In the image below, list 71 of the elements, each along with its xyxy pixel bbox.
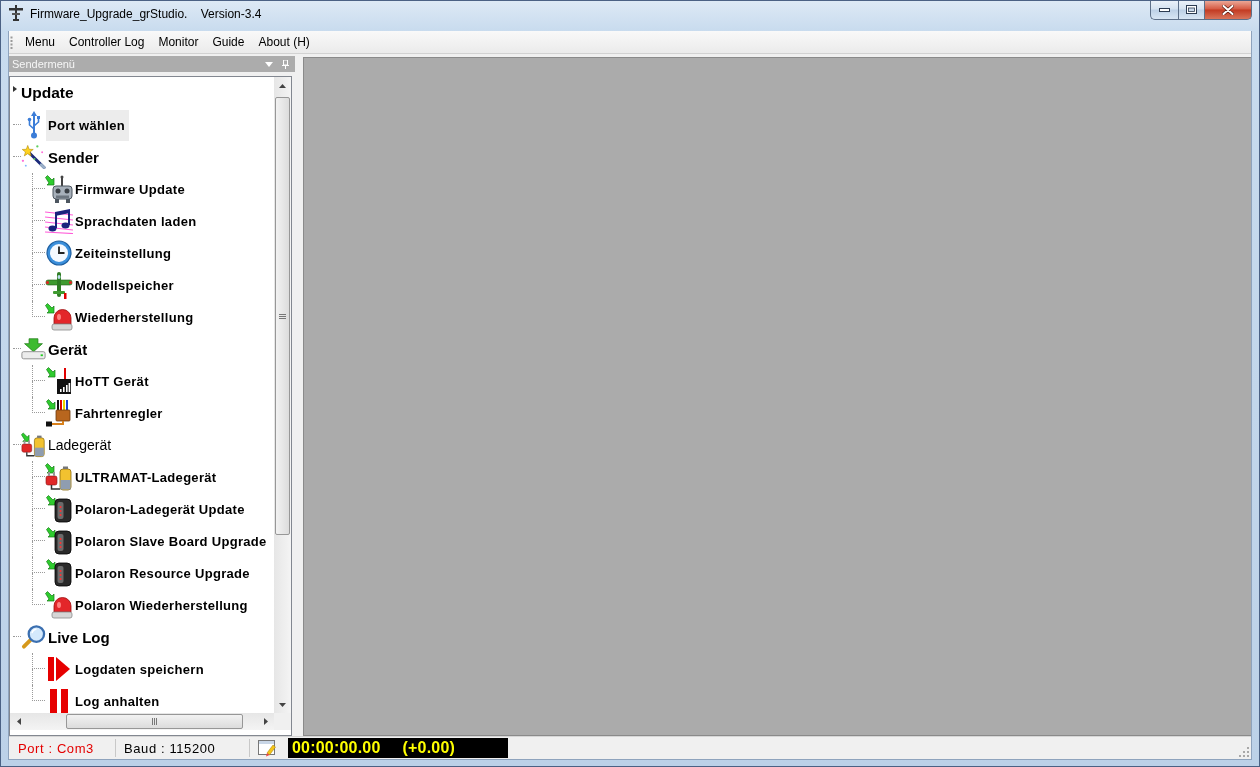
tree-item[interactable]: Port wählen — [46, 109, 129, 141]
device-tower-icon — [46, 495, 72, 523]
tree-item[interactable]: Polaron Wiederherstellung — [73, 589, 252, 621]
menu-item[interactable]: Monitor — [151, 32, 206, 52]
tree-item[interactable]: Sender — [46, 141, 103, 173]
maximize-button[interactable] — [1178, 1, 1205, 20]
baud-rate: Baud : 115200 — [123, 740, 217, 756]
tree-item[interactable]: Sprachdaten laden — [73, 205, 201, 237]
clock-icon — [46, 240, 72, 266]
scroll-up-icon[interactable] — [279, 83, 286, 88]
maximize-icon — [1186, 5, 1197, 14]
scroll-thumb[interactable] — [66, 714, 243, 729]
resize-grip-icon[interactable] — [1239, 747, 1249, 757]
tree-item[interactable]: Wiederherstellung — [73, 301, 198, 333]
menu-item[interactable]: Menu — [18, 32, 63, 52]
scroll-left-icon[interactable] — [16, 718, 21, 725]
step-forward-icon — [48, 657, 70, 681]
tree-item[interactable]: Zeiteinstellung — [73, 237, 176, 269]
port-status: Port : Com3 — [17, 740, 95, 756]
device-tower-icon — [46, 527, 72, 555]
tree-item[interactable]: Polaron-Ladegerät Update — [73, 493, 249, 525]
siren-light-icon — [45, 591, 73, 619]
close-button[interactable] — [1205, 1, 1252, 20]
tree-item[interactable]: Gerät — [46, 333, 92, 365]
dropdown-icon[interactable] — [265, 61, 273, 67]
elapsed-time: 00:00:00.00 — [292, 739, 381, 757]
scroll-right-icon[interactable] — [263, 718, 268, 725]
horizontal-scrollbar[interactable] — [10, 713, 274, 730]
tree-item[interactable]: Firmware Update — [73, 173, 189, 205]
tree-item[interactable]: Polaron Resource Upgrade — [73, 557, 254, 589]
tree-item[interactable]: HoTT Gerät — [73, 365, 153, 397]
music-notes-icon — [45, 208, 73, 234]
edit-window-icon[interactable] — [258, 739, 276, 757]
menu-item[interactable]: Controller Log — [62, 32, 152, 52]
caret-icon — [13, 86, 17, 92]
siren-light-icon — [45, 303, 73, 331]
scroll-thumb[interactable] — [275, 97, 290, 535]
device-tower-icon — [46, 559, 72, 587]
signal-device-icon — [46, 367, 72, 395]
tree-item[interactable]: Modellspeicher — [73, 269, 178, 301]
menu-item[interactable]: About (H) — [251, 32, 317, 52]
pause-icon — [50, 689, 68, 713]
menu-item[interactable]: Guide — [205, 32, 252, 52]
vertical-scrollbar[interactable] — [274, 77, 291, 713]
tree-item[interactable]: Ladegerät — [46, 429, 116, 461]
grip-icon — [152, 718, 157, 725]
tree-item[interactable]: Fahrtenregler — [73, 397, 167, 429]
tree-item[interactable]: Live Log — [46, 621, 114, 653]
pin-icon[interactable] — [282, 59, 289, 69]
minimize-icon — [1159, 7, 1170, 12]
tree-item[interactable]: Update — [19, 77, 78, 109]
time-offset: (+0.00) — [402, 739, 456, 757]
toolbar-grip-icon[interactable] — [10, 35, 13, 49]
tree-item[interactable]: Logdaten speichern — [73, 653, 208, 685]
scroll-down-icon[interactable] — [279, 702, 286, 707]
wired-module-icon — [46, 399, 72, 427]
remote-control-icon — [45, 175, 73, 203]
magnifier-icon — [21, 624, 46, 650]
download-drive-icon — [21, 337, 46, 361]
app-icon — [8, 5, 24, 21]
window-title: Firmware_Upgrade_grStudio. Version-3.4 — [30, 6, 262, 22]
panel-title: Sendermenü — [12, 58, 75, 70]
tree-item[interactable]: Log anhalten — [73, 685, 164, 713]
magic-wand-icon — [21, 144, 46, 170]
tree-item[interactable]: ULTRAMAT-Ladegerät — [73, 461, 221, 493]
usb-icon — [26, 111, 41, 139]
close-icon — [1222, 4, 1234, 15]
tree-item[interactable]: Polaron Slave Board Upgrade — [73, 525, 271, 557]
airplane-icon — [45, 271, 73, 299]
grip-icon — [279, 313, 286, 319]
minimize-button[interactable] — [1150, 1, 1178, 20]
